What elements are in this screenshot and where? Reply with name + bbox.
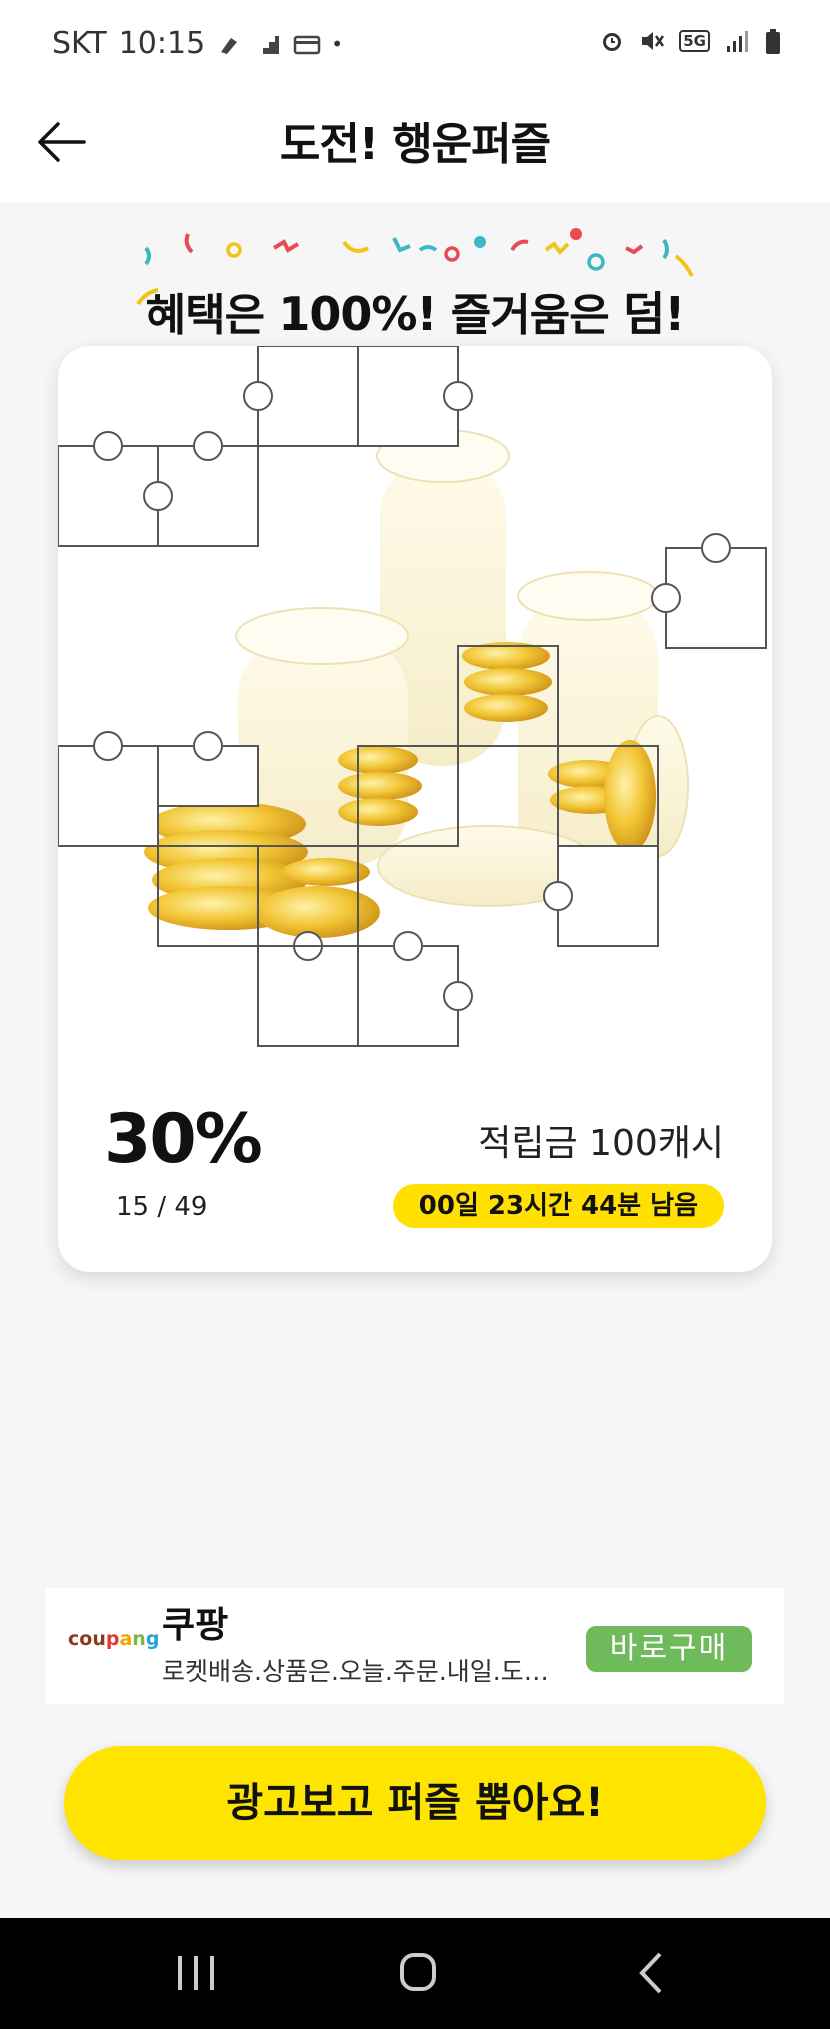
- progress-percent: 30%: [104, 1100, 263, 1179]
- recents-icon[interactable]: [166, 1948, 226, 1998]
- promo-banner: 혜택은 100%! 즐거움은 덤!: [0, 220, 830, 341]
- alarm-icon: [599, 28, 625, 54]
- banner-text-1: 혜택은: [145, 290, 279, 341]
- buy-now-button[interactable]: 바로구매: [586, 1626, 752, 1672]
- ad-title: 쿠팡: [162, 1605, 229, 1646]
- battery-icon: [764, 28, 790, 54]
- app-header: 도전! 행운퍼즐: [0, 90, 830, 202]
- ad-description: 로켓배송.상품은.오늘.주문.내일.도…: [162, 1657, 549, 1686]
- puzzle-board[interactable]: [58, 346, 772, 1066]
- banner-text-2: 100%!: [278, 287, 437, 341]
- network-type: 5G: [679, 30, 710, 52]
- banner-text-3: 즐거움은: [436, 290, 624, 341]
- puzzle-card: 30% 15 / 49 적립금 100캐시 00일 23시간 44분 남음: [58, 346, 772, 1272]
- clock: 10:15: [118, 26, 206, 61]
- back-icon[interactable]: [622, 1948, 682, 1998]
- home-icon[interactable]: [388, 1948, 448, 1998]
- page-title: 도전! 행운퍼즐: [279, 119, 551, 170]
- stairs-icon: [255, 31, 281, 57]
- dot-icon: •: [331, 31, 343, 56]
- status-bar: SKT 10:15 • 5G: [0, 0, 830, 90]
- banner-text-4: 덤!: [623, 287, 685, 341]
- time-remaining-badge: 00일 23시간 44분 남음: [392, 1184, 724, 1228]
- pieces-count: 15 / 49: [116, 1192, 208, 1222]
- watch-ad-draw-puzzle-button[interactable]: 광고보고 퍼즐 뽑아요!: [64, 1746, 766, 1860]
- system-nav-bar: [0, 1918, 830, 2029]
- reward-label: 적립금 100캐시: [478, 1123, 724, 1164]
- card-icon: [293, 31, 321, 57]
- notification-icon: [217, 31, 243, 57]
- carrier: SKT: [52, 26, 107, 61]
- mute-icon: [639, 28, 665, 54]
- ad-banner[interactable]: coupang 쿠팡 로켓배송.상품은.오늘.주문.내일.도… 바로구매: [46, 1588, 784, 1704]
- coupang-logo: coupang: [68, 1628, 160, 1650]
- signal-icon: [724, 28, 750, 54]
- banner-headline: 혜택은 100%! 즐거움은 덤!: [0, 278, 830, 344]
